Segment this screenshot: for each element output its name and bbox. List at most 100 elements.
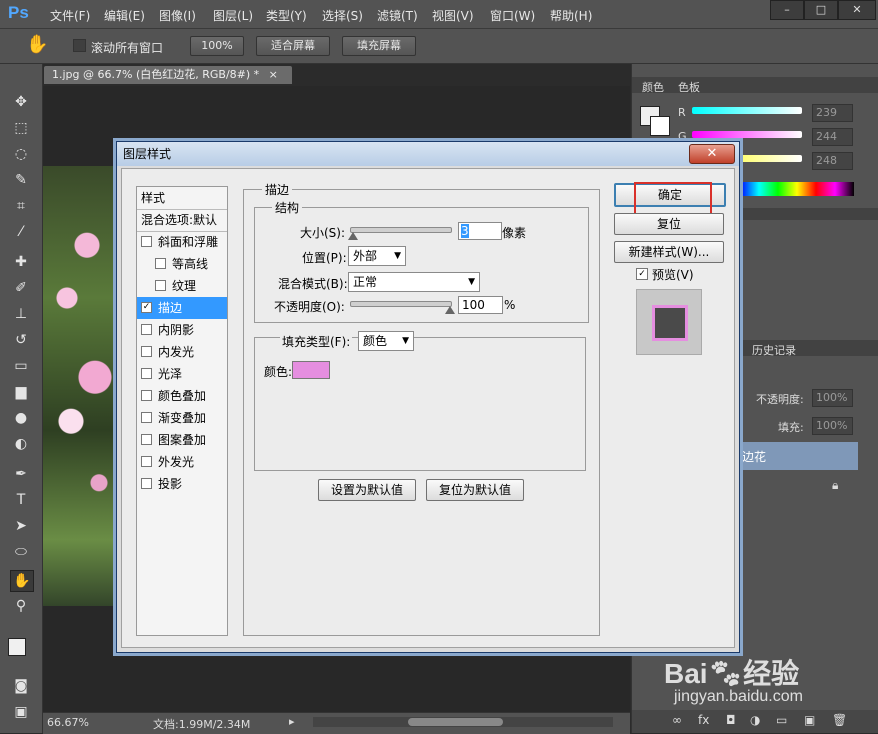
style-item[interactable]: 颜色叠加 (137, 385, 227, 407)
close-app-button[interactable]: ✕ (838, 0, 876, 20)
close-tab-icon[interactable]: × (269, 68, 278, 81)
menu-image[interactable]: 图像(I) (159, 7, 196, 24)
menu-view[interactable]: 视图(V) (432, 7, 474, 24)
healing-brush-icon[interactable]: ✚ (10, 252, 32, 272)
trash-icon[interactable]: 🗑︎ (832, 713, 847, 727)
size-slider-thumb[interactable] (348, 232, 358, 240)
fx-icon[interactable]: fx (698, 713, 709, 727)
blend-options-item[interactable]: 混合选项:默认 (137, 209, 227, 232)
r-slider[interactable] (692, 107, 802, 114)
stroke-color-swatch[interactable] (292, 361, 330, 379)
opacity-input[interactable]: 100 (458, 296, 503, 314)
tab-color[interactable]: 颜色 (642, 79, 664, 95)
quick-select-icon[interactable]: ✎ (10, 170, 32, 190)
size-input[interactable]: 3 (458, 222, 502, 240)
style-item[interactable]: 外发光 (137, 451, 227, 473)
style-item[interactable]: 渐变叠加 (137, 407, 227, 429)
style-checkbox[interactable] (155, 280, 166, 291)
style-item[interactable]: 光泽 (137, 363, 227, 385)
ellipse-tool-icon[interactable]: ⬭ (10, 542, 32, 562)
new-layer-icon[interactable]: ▣ (804, 713, 815, 727)
document-tab[interactable]: 1.jpg @ 66.7% (白色红边花, RGB/8#) * × (44, 66, 292, 84)
eraser-tool-icon[interactable]: ▭ (10, 356, 32, 376)
reset-button[interactable]: 复位 (614, 213, 724, 235)
style-checkbox[interactable] (141, 478, 152, 489)
add-mask-icon[interactable]: ◘ (726, 713, 736, 727)
quick-mask-icon[interactable]: ◙ (10, 676, 32, 696)
style-item[interactable]: 斜面和浮雕 (137, 231, 227, 253)
lasso-tool-icon[interactable]: ◌ (10, 144, 32, 164)
style-item[interactable]: 等高线 (137, 253, 227, 275)
blur-tool-icon[interactable]: ● (10, 408, 32, 428)
zoom-tool-icon[interactable]: ⚲ (10, 596, 32, 616)
color-spectrum-bar[interactable] (740, 182, 854, 196)
style-checkbox[interactable] (141, 390, 152, 401)
menu-help[interactable]: 帮助(H) (550, 7, 592, 24)
dialog-close-button[interactable]: ✕ (689, 144, 735, 164)
preview-checkbox[interactable]: ✓ (636, 268, 648, 280)
dodge-tool-icon[interactable]: ◐ (10, 434, 32, 454)
move-tool-icon[interactable]: ✥ (10, 92, 32, 112)
style-checkbox[interactable] (141, 434, 152, 445)
zoom-100-button[interactable]: 100% (190, 36, 244, 56)
tab-history[interactable]: 历史记录 (752, 342, 796, 358)
layer-fill-value[interactable]: 100% (812, 417, 853, 435)
path-select-icon[interactable]: ➤ (10, 516, 32, 536)
style-checkbox[interactable] (141, 456, 152, 467)
style-checkbox[interactable] (141, 346, 152, 357)
scrollbar-thumb[interactable] (408, 718, 503, 726)
style-item[interactable]: 投影 (137, 473, 227, 495)
minimize-button[interactable]: – (770, 0, 804, 20)
adjustment-layer-icon[interactable]: ◑ (750, 713, 760, 727)
gradient-tool-icon[interactable]: ▆ (10, 382, 32, 402)
g-slider[interactable] (692, 131, 802, 138)
g-value[interactable]: 244 (812, 128, 853, 146)
scroll-all-checkbox[interactable] (73, 39, 86, 52)
style-checkbox[interactable] (155, 258, 166, 269)
layer-row-selected[interactable]: 边花 (740, 442, 858, 470)
horizontal-scrollbar[interactable] (313, 717, 613, 727)
eyedropper-icon[interactable]: ⁄ (10, 222, 32, 242)
maximize-button[interactable]: □ (804, 0, 838, 20)
group-icon[interactable]: ▭ (776, 713, 787, 727)
style-item[interactable]: 内发光 (137, 341, 227, 363)
style-checkbox[interactable] (141, 324, 152, 335)
menu-type[interactable]: 类型(Y) (266, 7, 307, 24)
new-style-button[interactable]: 新建样式(W)... (614, 241, 724, 263)
style-item[interactable]: 图案叠加 (137, 429, 227, 451)
fill-screen-button[interactable]: 填充屏幕 (342, 36, 416, 56)
position-select[interactable]: 外部 ▼ (348, 246, 406, 266)
style-checkbox[interactable] (141, 236, 152, 247)
link-layers-icon[interactable]: ∞ (672, 713, 682, 727)
type-tool-icon[interactable]: T (10, 490, 32, 510)
style-item[interactable]: 纹理 (137, 275, 227, 297)
bg-color-chip[interactable] (650, 116, 670, 136)
foreground-color-swatch[interactable] (8, 638, 26, 656)
fit-screen-button[interactable]: 适合屏幕 (256, 36, 330, 56)
blend-mode-select[interactable]: 正常 ▼ (348, 272, 480, 292)
hand-tool-icon[interactable]: ✋ (26, 34, 48, 55)
style-item[interactable]: 内阴影 (137, 319, 227, 341)
styles-header[interactable]: 样式 (137, 187, 227, 210)
menu-select[interactable]: 选择(S) (322, 7, 363, 24)
menu-filter[interactable]: 滤镜(T) (377, 7, 418, 24)
tab-swatches[interactable]: 色板 (678, 79, 700, 95)
opacity-slider[interactable] (350, 301, 452, 307)
history-brush-icon[interactable]: ↺ (10, 330, 32, 350)
menu-file[interactable]: 文件(F) (50, 7, 90, 24)
menu-layer[interactable]: 图层(L) (213, 7, 253, 24)
size-slider[interactable] (350, 227, 452, 233)
b-value[interactable]: 248 (812, 152, 853, 170)
screen-mode-icon[interactable]: ▣ (10, 702, 32, 722)
layer-opacity-value[interactable]: 100% (812, 389, 853, 407)
style-item[interactable]: ✓ 描边 (137, 297, 227, 319)
style-checkbox[interactable] (141, 368, 152, 379)
style-checkbox[interactable]: ✓ (141, 302, 152, 313)
marquee-tool-icon[interactable]: ⬚ (10, 118, 32, 138)
hand-tool-active-icon[interactable]: ✋ (10, 570, 34, 592)
reset-default-button[interactable]: 复位为默认值 (426, 479, 524, 501)
opacity-slider-thumb[interactable] (445, 306, 455, 314)
fill-type-select[interactable]: 颜色 ▼ (358, 331, 414, 351)
menu-edit[interactable]: 编辑(E) (104, 7, 145, 24)
stamp-tool-icon[interactable]: ⊥ (10, 304, 32, 324)
